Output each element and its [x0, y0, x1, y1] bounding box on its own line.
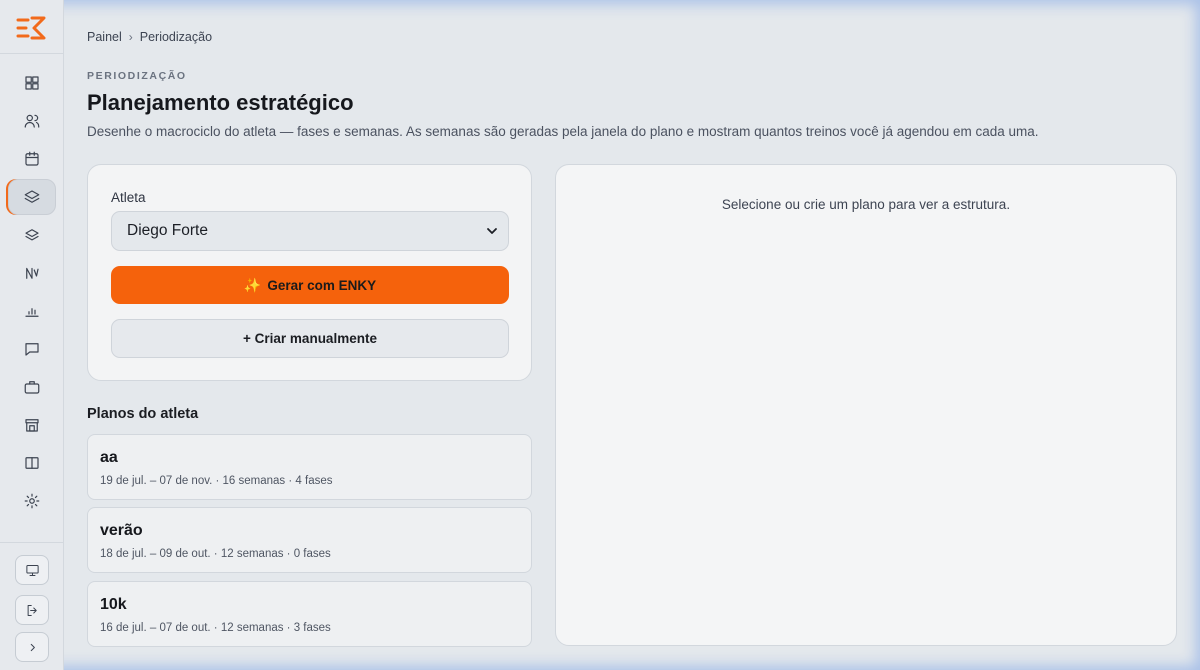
- gear-icon: [24, 493, 40, 509]
- monitor-icon: [25, 564, 39, 576]
- layers-icon: [24, 190, 40, 203]
- brand-logo-icon[interactable]: [16, 16, 48, 40]
- calendar-icon: [25, 151, 39, 166]
- plan-name: verão: [100, 522, 143, 539]
- empty-state-message: Selecione ou crie um plano para ver a es…: [721, 197, 1011, 212]
- dashboard-grid-icon: [25, 76, 39, 90]
- breadcrumb-current: Periodização: [139, 30, 213, 44]
- sidebar-item-periodization[interactable]: [8, 179, 56, 215]
- layers-outline-icon: [25, 229, 39, 241]
- page-title: Planejamento estratégico: [87, 90, 354, 115]
- sidebar-item-reports[interactable]: [8, 293, 56, 329]
- plan-name: 10k: [100, 596, 127, 613]
- plan-meta: 18 de jul. – 09 de out. · 12 semanas · 0…: [100, 548, 331, 560]
- sidebar-item-guides[interactable]: [8, 445, 56, 481]
- plan-list-item[interactable]: verão 18 de jul. – 09 de out. · 12 seman…: [87, 507, 532, 573]
- sidebar-item-library[interactable]: [8, 217, 56, 253]
- chevron-right-icon: [30, 643, 35, 651]
- book-open-icon: [25, 457, 39, 469]
- sidebar-item-messages[interactable]: [8, 331, 56, 367]
- athlete-select[interactable]: Diego Forte: [111, 211, 509, 251]
- chevron-down-icon: [487, 228, 497, 234]
- sidebar: [0, 0, 64, 670]
- sidebar-divider: [0, 542, 64, 543]
- plan-structure-panel: Selecione ou crie um plano para ver a es…: [555, 164, 1177, 646]
- section-eyebrow: PERIODIZAÇÃO: [87, 70, 187, 82]
- create-manually-label: + Criar manualmente: [243, 331, 377, 346]
- sidebar-item-store[interactable]: [8, 407, 56, 443]
- generate-with-enky-button[interactable]: ✨ Gerar com ENKY: [111, 266, 509, 304]
- plan-name: aa: [100, 449, 118, 466]
- plan-meta: 16 de jul. – 07 de out. · 12 semanas · 3…: [100, 622, 331, 634]
- sparkles-icon: ✨: [243, 276, 262, 293]
- logout-icon: [27, 604, 37, 616]
- breadcrumb-root-link[interactable]: Painel: [87, 30, 122, 44]
- logout-button[interactable]: [15, 595, 49, 625]
- athlete-label: Atleta: [111, 190, 146, 205]
- sidebar-item-dashboard[interactable]: [8, 65, 56, 101]
- plan-create-card: Atleta Diego Forte ✨ Gerar com ENKY + Cr…: [87, 164, 532, 381]
- bar-chart-icon: [25, 308, 39, 317]
- breadcrumb-separator: ›: [128, 30, 133, 44]
- expand-sidebar-button[interactable]: [15, 632, 49, 662]
- plan-list-item[interactable]: aa 19 de jul. – 07 de nov. · 16 semanas …: [87, 434, 532, 500]
- store-icon: [25, 419, 39, 432]
- create-manually-button[interactable]: + Criar manualmente: [111, 319, 509, 358]
- generate-button-label: Gerar com ENKY: [267, 277, 377, 293]
- briefcase-icon: [24, 381, 40, 394]
- sidebar-item-athletes[interactable]: [8, 103, 56, 139]
- athlete-select-value: Diego Forte: [127, 222, 208, 239]
- chat-bubble-icon: [25, 343, 39, 356]
- sidebar-item-settings[interactable]: [8, 483, 56, 519]
- plan-meta: 19 de jul. – 07 de nov. · 16 semanas · 4…: [100, 475, 333, 487]
- sidebar-item-activity[interactable]: [8, 255, 56, 291]
- sidebar-item-business[interactable]: [8, 369, 56, 405]
- breadcrumb: Painel › Periodização: [87, 30, 212, 44]
- sidebar-item-calendar[interactable]: [8, 141, 56, 177]
- display-mode-button[interactable]: [15, 555, 49, 585]
- plans-section-title: Planos do atleta: [87, 406, 199, 422]
- page-description: Desenhe o macrociclo do atleta — fases e…: [87, 124, 1039, 139]
- app-window: Painel › Periodização PERIODIZAÇÃO Plane…: [0, 0, 1200, 670]
- activity-wave-icon: [26, 267, 39, 279]
- plan-list-item[interactable]: 10k 16 de jul. – 07 de out. · 12 semanas…: [87, 581, 532, 647]
- users-icon: [24, 114, 40, 128]
- sidebar-divider: [0, 53, 64, 54]
